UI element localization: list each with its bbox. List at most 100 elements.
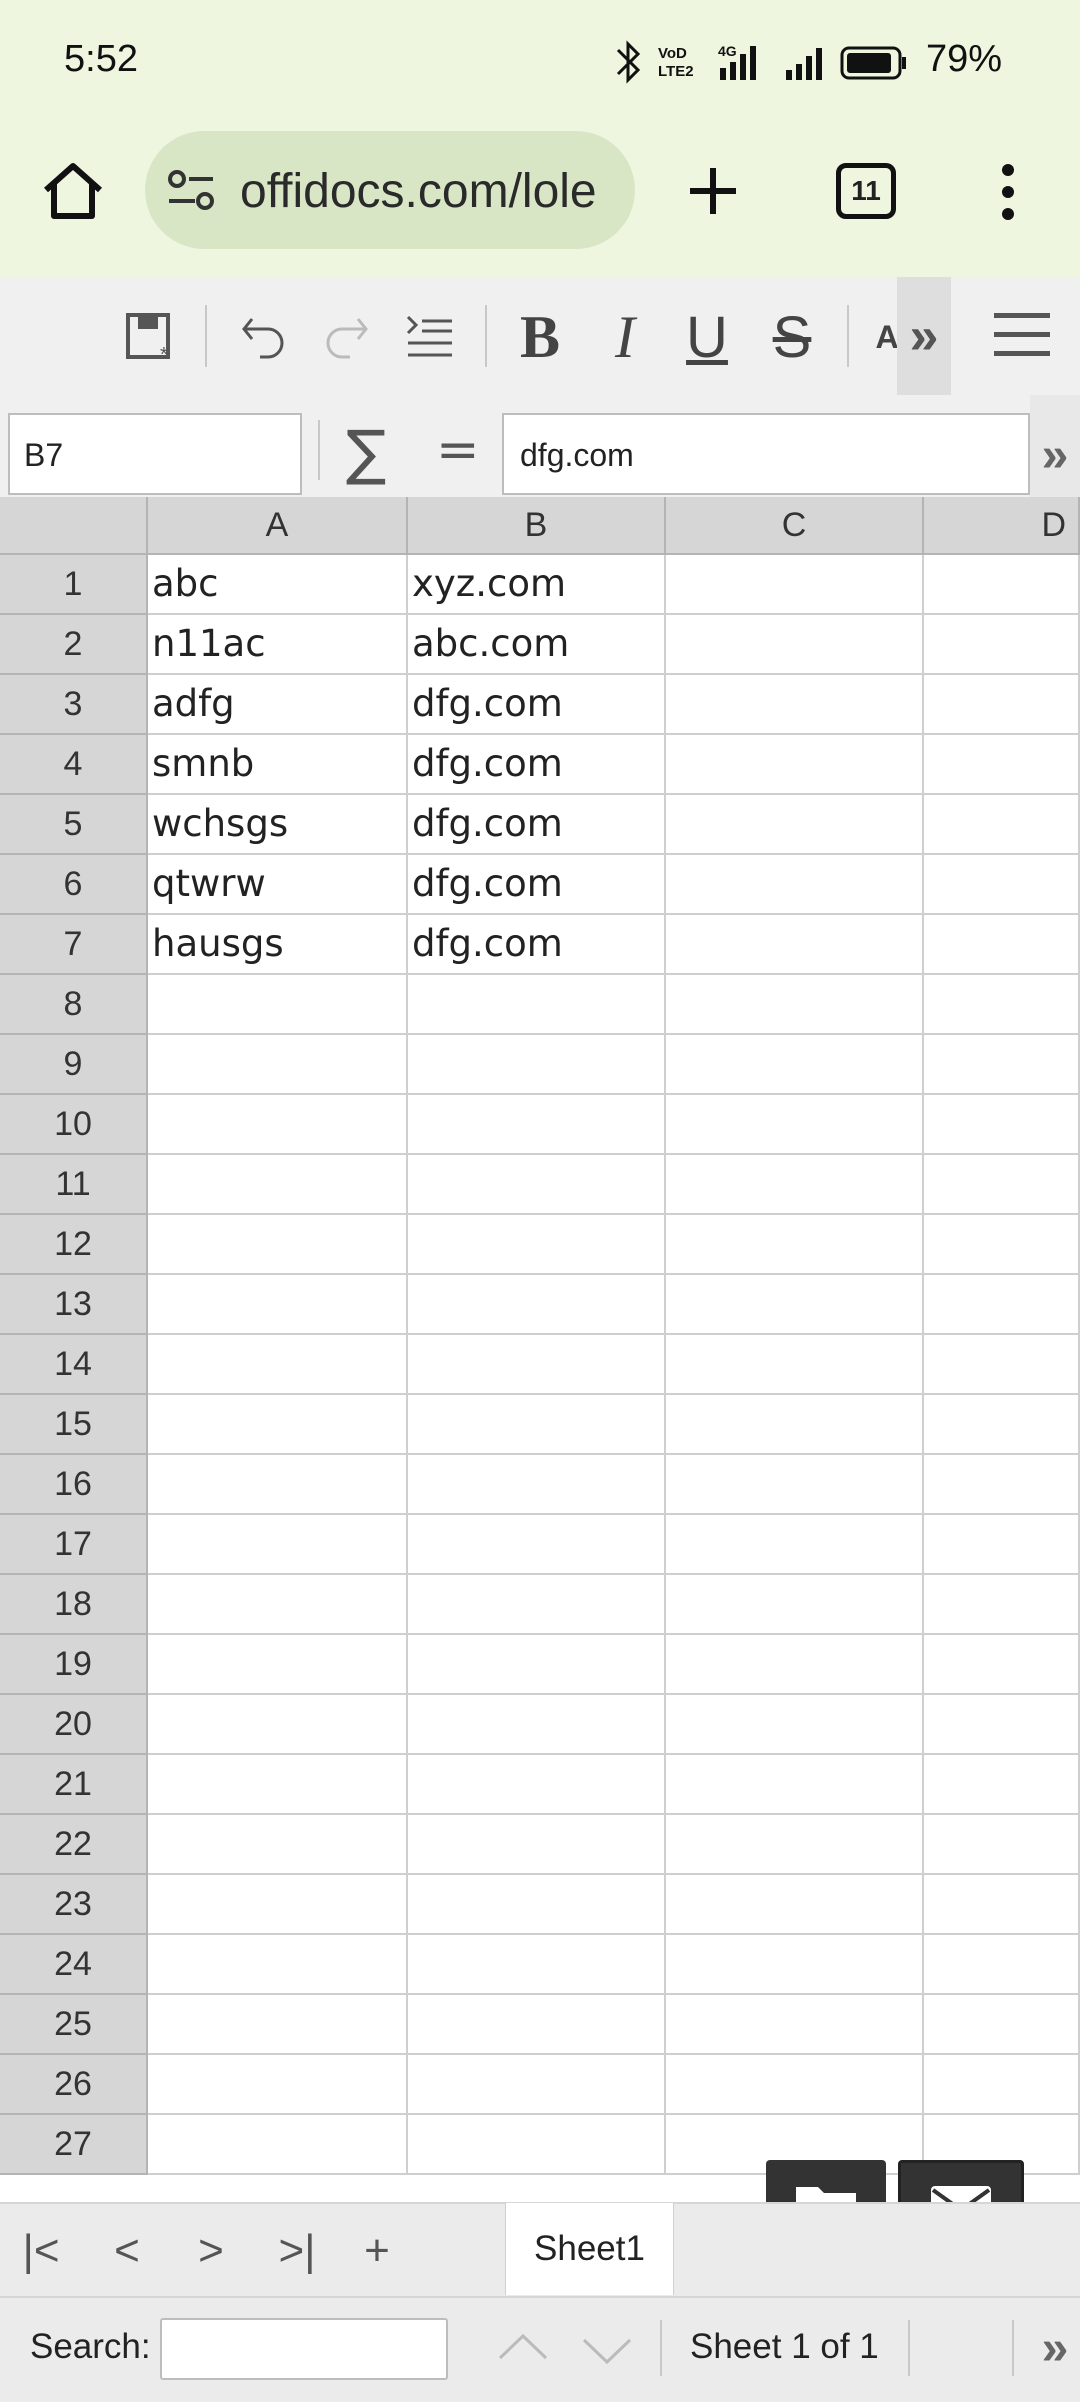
cell-c12[interactable]: [666, 1215, 924, 1275]
cell-b5[interactable]: dfg.com: [408, 795, 666, 855]
cell-a8[interactable]: [148, 975, 408, 1035]
row-header[interactable]: 3: [0, 675, 148, 735]
cell-d15[interactable]: [924, 1395, 1080, 1455]
cell-a18[interactable]: [148, 1575, 408, 1635]
row-header[interactable]: 25: [0, 1995, 148, 2055]
cell-d12[interactable]: [924, 1215, 1080, 1275]
save-icon[interactable]: *: [120, 277, 180, 397]
cell-b26[interactable]: [408, 2055, 666, 2115]
search-input[interactable]: [160, 2318, 448, 2380]
cell-c20[interactable]: [666, 1695, 924, 1755]
cell-a22[interactable]: [148, 1815, 408, 1875]
cell-d18[interactable]: [924, 1575, 1080, 1635]
cell-b13[interactable]: [408, 1275, 666, 1335]
cell-c17[interactable]: [666, 1515, 924, 1575]
cell-d23[interactable]: [924, 1875, 1080, 1935]
cell-a19[interactable]: [148, 1635, 408, 1695]
undo-icon[interactable]: [232, 277, 292, 397]
cell-b21[interactable]: [408, 1755, 666, 1815]
row-header[interactable]: 15: [0, 1395, 148, 1455]
cell-c3[interactable]: [666, 675, 924, 735]
status-more-button[interactable]: »: [1030, 2296, 1080, 2400]
cell-a6[interactable]: qtwrw: [148, 855, 408, 915]
cell-d3[interactable]: [924, 675, 1080, 735]
corner-header[interactable]: [0, 497, 148, 555]
cell-d1[interactable]: [924, 555, 1080, 615]
cell-a1[interactable]: abc: [148, 555, 408, 615]
cell-c1[interactable]: [666, 555, 924, 615]
cell-b25[interactable]: [408, 1995, 666, 2055]
cell-b10[interactable]: [408, 1095, 666, 1155]
add-sheet-button[interactable]: +: [342, 2204, 412, 2298]
cell-c24[interactable]: [666, 1935, 924, 1995]
cell-b2[interactable]: abc.com: [408, 615, 666, 675]
cell-d7[interactable]: [924, 915, 1080, 975]
cell-b15[interactable]: [408, 1395, 666, 1455]
column-header-c[interactable]: C: [666, 497, 924, 555]
wrap-icon[interactable]: [400, 277, 460, 397]
cell-d20[interactable]: [924, 1695, 1080, 1755]
column-header-a[interactable]: A: [148, 497, 408, 555]
tab-switcher-button[interactable]: 11: [836, 163, 896, 219]
cell-d22[interactable]: [924, 1815, 1080, 1875]
equals-icon[interactable]: =: [436, 420, 480, 480]
cell-d16[interactable]: [924, 1455, 1080, 1515]
row-header[interactable]: 10: [0, 1095, 148, 1155]
cell-a27[interactable]: [148, 2115, 408, 2175]
cell-b11[interactable]: [408, 1155, 666, 1215]
spreadsheet-grid[interactable]: A B C D 1 abc xyz.com 2 n11ac abc.com 3 adfg dfg…: [0, 497, 1080, 2197]
row-header[interactable]: 13: [0, 1275, 148, 1335]
url-bar[interactable]: offidocs.com/lole: [145, 131, 635, 249]
cell-a20[interactable]: [148, 1695, 408, 1755]
cell-a24[interactable]: [148, 1935, 408, 1995]
row-header[interactable]: 2: [0, 615, 148, 675]
prev-sheet-button[interactable]: <: [92, 2204, 162, 2298]
cell-a7[interactable]: hausgs: [148, 915, 408, 975]
cell-c26[interactable]: [666, 2055, 924, 2115]
cell-a21[interactable]: [148, 1755, 408, 1815]
cell-c7[interactable]: [666, 915, 924, 975]
hamburger-menu-icon[interactable]: [992, 309, 1052, 361]
cell-b6[interactable]: dfg.com: [408, 855, 666, 915]
italic-icon[interactable]: I: [595, 277, 655, 397]
cell-b12[interactable]: [408, 1215, 666, 1275]
cell-d17[interactable]: [924, 1515, 1080, 1575]
row-header[interactable]: 26: [0, 2055, 148, 2115]
cell-c18[interactable]: [666, 1575, 924, 1635]
cell-d2[interactable]: [924, 615, 1080, 675]
search-down-icon[interactable]: [580, 2336, 634, 2366]
row-header[interactable]: 14: [0, 1335, 148, 1395]
column-header-d[interactable]: D: [924, 497, 1080, 555]
cell-c10[interactable]: [666, 1095, 924, 1155]
cell-c13[interactable]: [666, 1275, 924, 1335]
name-box[interactable]: B7: [8, 413, 302, 495]
cell-b1[interactable]: xyz.com: [408, 555, 666, 615]
home-icon[interactable]: [40, 160, 106, 222]
new-tab-icon[interactable]: [686, 164, 740, 218]
row-header[interactable]: 23: [0, 1875, 148, 1935]
row-header[interactable]: 21: [0, 1755, 148, 1815]
cell-c5[interactable]: [666, 795, 924, 855]
cell-b24[interactable]: [408, 1935, 666, 1995]
row-header[interactable]: 6: [0, 855, 148, 915]
cell-c25[interactable]: [666, 1995, 924, 2055]
row-header[interactable]: 5: [0, 795, 148, 855]
row-header[interactable]: 1: [0, 555, 148, 615]
cell-d9[interactable]: [924, 1035, 1080, 1095]
cell-c15[interactable]: [666, 1395, 924, 1455]
browser-menu-icon[interactable]: [996, 162, 1020, 222]
cell-c11[interactable]: [666, 1155, 924, 1215]
cell-b22[interactable]: [408, 1815, 666, 1875]
cell-b23[interactable]: [408, 1875, 666, 1935]
cell-a13[interactable]: [148, 1275, 408, 1335]
cell-a14[interactable]: [148, 1335, 408, 1395]
cell-b3[interactable]: dfg.com: [408, 675, 666, 735]
cell-d19[interactable]: [924, 1635, 1080, 1695]
cell-d11[interactable]: [924, 1155, 1080, 1215]
cell-d4[interactable]: [924, 735, 1080, 795]
cell-d25[interactable]: [924, 1995, 1080, 2055]
cell-b16[interactable]: [408, 1455, 666, 1515]
row-header[interactable]: 27: [0, 2115, 148, 2175]
bold-icon[interactable]: B: [510, 277, 570, 397]
cell-c21[interactable]: [666, 1755, 924, 1815]
